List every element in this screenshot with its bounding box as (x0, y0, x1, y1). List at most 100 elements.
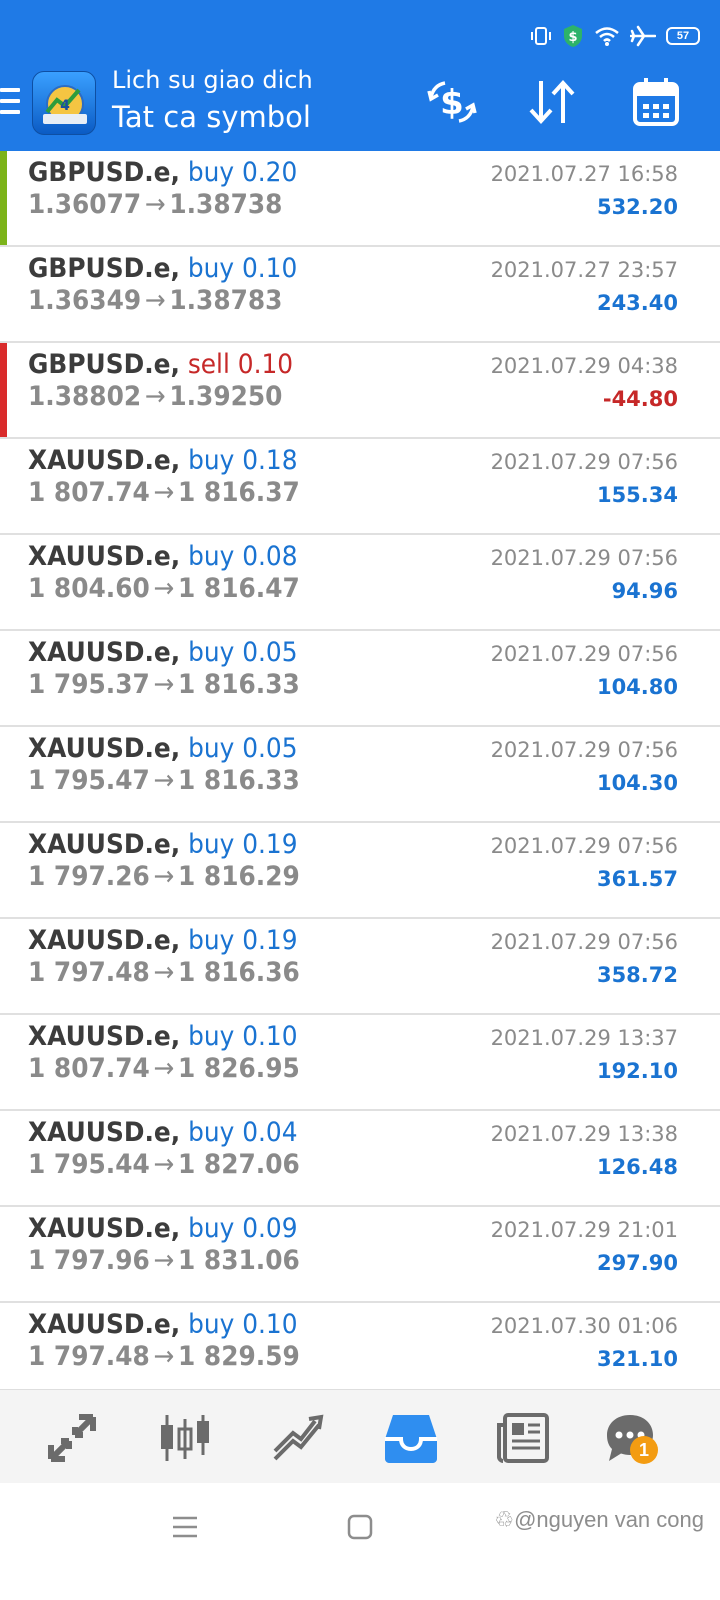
trade-profit: 361.57 (596, 867, 678, 891)
trade-profit: 321.10 (596, 1347, 678, 1371)
trade-symbol: GBPUSD.e, (28, 157, 180, 188)
close-price: 1 826.95 (177, 1053, 300, 1084)
trade-prices: 1 795.47 → 1 816.33 (28, 765, 300, 796)
open-price: 1 797.26 (28, 861, 150, 892)
trade-title: XAUUSD.e, buy 0.04 (28, 1117, 298, 1148)
history-icon (385, 1415, 437, 1463)
trade-type: buy (188, 637, 235, 668)
trade-row[interactable]: XAUUSD.e, buy 0.09 1 797.96 → 1 831.06 2021.… (0, 1207, 720, 1303)
nav-trade[interactable] (268, 1408, 328, 1468)
trade-volume: 0.18 (242, 445, 298, 476)
trade-prices: 1 804.60 → 1 816.47 (28, 573, 300, 604)
trade-type: buy (188, 1213, 235, 1244)
currency-toggle-button[interactable]: $ (424, 76, 480, 128)
trade-type: buy (188, 1021, 235, 1052)
trade-time: 2021.07.29 07:56 (490, 450, 678, 474)
trade-row[interactable]: XAUUSD.e, buy 0.10 1 797.48 → 1 829.59 2021.… (0, 1303, 720, 1399)
trade-row[interactable]: XAUUSD.e, buy 0.05 1 795.37 → 1 816.33 2021.… (0, 631, 720, 727)
trade-type: buy (188, 541, 235, 572)
close-price: 1 816.33 (177, 765, 300, 796)
trade-profit: -44.80 (602, 387, 678, 411)
trade-icon (273, 1414, 324, 1461)
trade-title: XAUUSD.e, buy 0.19 (28, 925, 298, 956)
trade-row[interactable]: XAUUSD.e, buy 0.05 1 795.47 → 1 816.33 2021.… (0, 727, 720, 823)
shield-dollar-icon: $ (564, 25, 582, 47)
app-logo: 4 (32, 71, 96, 135)
arrow-right-icon: → (153, 957, 175, 988)
nav-news[interactable] (494, 1408, 554, 1468)
nav-chart[interactable] (155, 1408, 215, 1468)
trade-time: 2021.07.27 16:58 (490, 162, 678, 186)
chart-icon (161, 1415, 209, 1461)
nav-quotes[interactable] (42, 1408, 102, 1468)
arrow-right-icon: → (144, 189, 166, 220)
trade-profit: 192.10 (596, 1059, 678, 1083)
trade-volume: 0.19 (242, 829, 298, 860)
close-price: 1.38738 (169, 189, 283, 220)
close-price: 1 816.36 (177, 957, 300, 988)
trade-time: 2021.07.29 07:56 (490, 834, 678, 858)
trade-title: GBPUSD.e, buy 0.10 (28, 253, 297, 284)
trade-type: buy (188, 829, 235, 860)
trade-prices: 1 795.37 → 1 816.33 (28, 669, 300, 700)
recent-apps-button[interactable] (165, 1507, 205, 1547)
svg-text:$: $ (440, 83, 464, 123)
nav-history[interactable] (381, 1408, 441, 1468)
open-price: 1 797.48 (28, 957, 150, 988)
system-navigation-bar: ♲@nguyen van cong (0, 1483, 720, 1600)
trade-volume: 0.08 (242, 541, 298, 572)
trade-time: 2021.07.29 07:56 (490, 930, 678, 954)
home-square-icon (347, 1514, 373, 1540)
trade-volume: 0.10 (242, 1021, 298, 1052)
trade-type: buy (187, 253, 235, 284)
trade-row[interactable]: XAUUSD.e, buy 0.18 1 807.74 → 1 816.37 2021.… (0, 439, 720, 535)
trade-row[interactable]: GBPUSD.e, buy 0.10 1.36349 → 1.38783 2021.07… (0, 247, 720, 343)
trade-symbol: GBPUSD.e, (28, 253, 180, 284)
open-price: 1 795.37 (28, 669, 150, 700)
trade-time: 2021.07.29 13:37 (490, 1026, 678, 1050)
trade-symbol: XAUUSD.e, (28, 829, 181, 860)
calendar-button[interactable] (628, 76, 684, 128)
trade-title: XAUUSD.e, buy 0.09 (28, 1213, 298, 1244)
trade-row[interactable]: XAUUSD.e, buy 0.19 1 797.26 → 1 816.29 2021.… (0, 823, 720, 919)
trade-volume: 0.05 (242, 733, 298, 764)
trade-row[interactable]: XAUUSD.e, buy 0.08 1 804.60 → 1 816.47 2021.… (0, 535, 720, 631)
open-price: 1 795.47 (28, 765, 150, 796)
close-price: 1 816.37 (177, 477, 300, 508)
trade-row[interactable]: GBPUSD.e, buy 0.20 1.36077 → 1.38738 2021.07… (0, 151, 720, 247)
trade-prices: 1 797.96 → 1 831.06 (28, 1245, 300, 1276)
symbol-filter[interactable]: Tat ca symbol (112, 100, 313, 134)
trade-title: XAUUSD.e, buy 0.05 (28, 637, 298, 668)
nav-chat[interactable]: 1 (600, 1408, 660, 1468)
home-button[interactable] (340, 1507, 380, 1547)
trade-profit: 126.48 (596, 1155, 678, 1179)
trade-volume: 0.10 (242, 1309, 298, 1340)
close-price: 1 829.59 (177, 1341, 300, 1372)
trade-row[interactable]: XAUUSD.e, buy 0.04 1 795.44 → 1 827.06 2021.… (0, 1111, 720, 1207)
recents-icon (173, 1516, 197, 1538)
sort-button[interactable] (524, 76, 580, 128)
trade-volume: 0.10 (237, 349, 294, 380)
trade-row[interactable]: XAUUSD.e, buy 0.19 1 797.48 → 1 816.36 2021.… (0, 919, 720, 1015)
trade-prices: 1.38802 → 1.39250 (28, 381, 282, 412)
trade-type: buy (188, 925, 235, 956)
trade-title: XAUUSD.e, buy 0.19 (28, 829, 298, 860)
trade-profit: 243.40 (596, 291, 678, 315)
trade-row[interactable]: XAUUSD.e, buy 0.10 1 807.74 → 1 826.95 2021.… (0, 1015, 720, 1111)
trade-profit: 94.96 (611, 579, 678, 603)
trade-title: XAUUSD.e, buy 0.10 (28, 1021, 298, 1052)
arrow-right-icon: → (153, 1053, 175, 1084)
trade-time: 2021.07.29 07:56 (490, 642, 678, 666)
trade-symbol: XAUUSD.e, (28, 637, 181, 668)
dollar-cycle-icon: $ (427, 81, 477, 123)
trade-profit: 104.30 (596, 771, 678, 795)
trade-symbol: XAUUSD.e, (28, 733, 181, 764)
trade-prices: 1 797.48 → 1 816.36 (28, 957, 300, 988)
battery-indicator: 57 (666, 27, 700, 45)
arrow-right-icon: → (153, 1149, 175, 1180)
trade-prices: 1 797.26 → 1 816.29 (28, 861, 300, 892)
trade-row[interactable]: GBPUSD.e, sell 0.10 1.38802 → 1.39250 2021.0… (0, 343, 720, 439)
trade-symbol: XAUUSD.e, (28, 1213, 181, 1244)
sort-arrows-icon (529, 80, 575, 124)
menu-icon[interactable] (0, 88, 20, 118)
